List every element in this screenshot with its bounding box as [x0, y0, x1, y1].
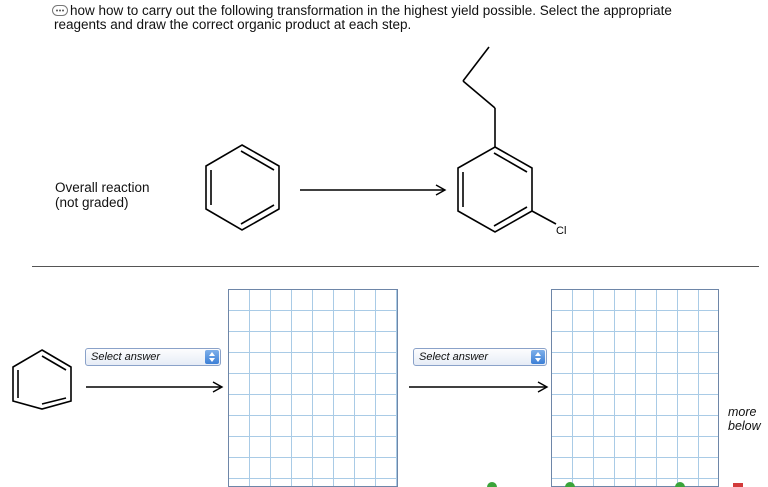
start-benzene-structure [12, 349, 72, 410]
step2-select-text: Select answer [419, 351, 489, 363]
step2-drawing-canvas[interactable] [551, 289, 719, 487]
section-divider [32, 266, 759, 267]
chevron-updown-icon [205, 350, 219, 364]
chlorine-label: Cl [556, 225, 566, 237]
more-below-hint: more below [728, 405, 761, 433]
product-structure [457, 46, 557, 233]
step1-drawing-canvas[interactable] [228, 289, 398, 487]
bottom-toolbar-partial [487, 482, 743, 487]
more-below-line-2: below [728, 419, 761, 433]
benzene-structure [205, 144, 280, 231]
chevron-updown-icon [531, 350, 545, 364]
arrow-right-icon [409, 381, 549, 393]
more-below-line-1: more [728, 405, 757, 419]
arrow-right-icon [86, 381, 224, 393]
overall-reaction-diagram: Cl [205, 46, 566, 237]
step2-reagent-select[interactable]: Select answer [413, 348, 547, 366]
step1-select-text: Select answer [91, 351, 161, 363]
overall-arrow [300, 184, 447, 196]
step1-reagent-select[interactable]: Select answer [85, 348, 221, 366]
